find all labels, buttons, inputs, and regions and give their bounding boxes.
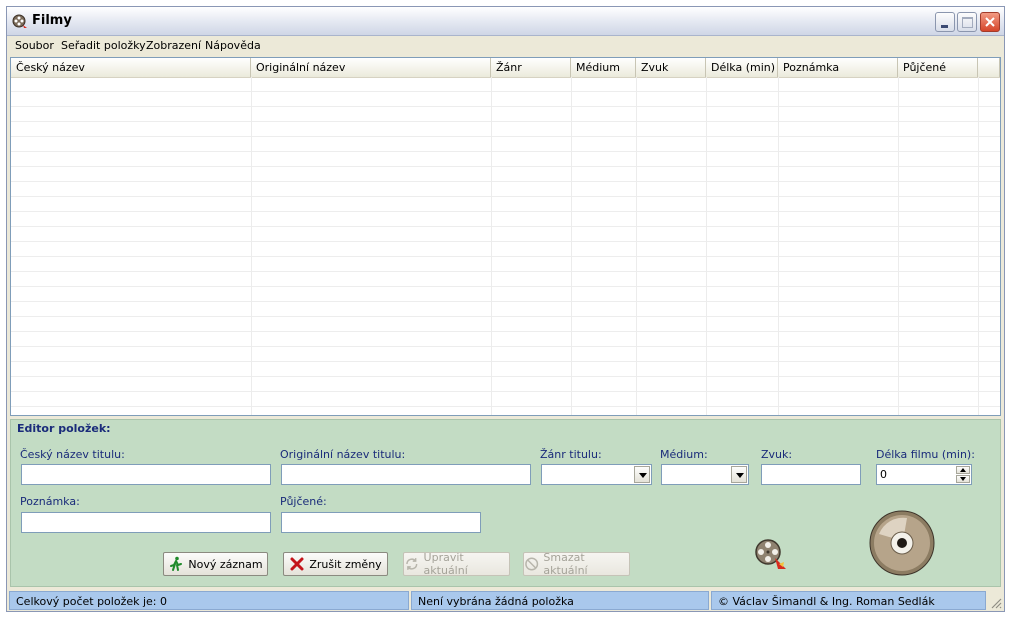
status-bar: Celkový počet položek je: 0 Není vybrána… <box>7 589 1004 611</box>
cesky-nazev-input[interactable] <box>21 464 271 485</box>
status-copyright: © Václav Šimandl & Ing. Roman Sedlák <box>711 591 986 610</box>
grid-line <box>978 77 979 415</box>
grid-line <box>778 77 779 415</box>
no-entry-icon <box>525 557 539 571</box>
grid-line <box>636 77 637 415</box>
label-pujcene: Půjčené: <box>280 495 327 508</box>
medium-select[interactable] <box>661 464 749 485</box>
label-zvuk: Zvuk: <box>761 448 793 461</box>
grid-line <box>251 77 252 415</box>
title-bar[interactable]: Filmy <box>7 7 1004 36</box>
label-originalni-nazev: Originální název titulu: <box>280 448 406 461</box>
delete-current-label: Smazat aktuální <box>543 551 588 577</box>
column-delka[interactable]: Délka (min) <box>706 58 778 77</box>
film-reel-icon <box>12 14 27 28</box>
grid-line <box>898 77 899 415</box>
menu-napoveda[interactable]: Nápověda <box>205 39 261 52</box>
editor-panel: Editor položek: Český název titulu: Orig… <box>10 419 1001 587</box>
poznamka-input[interactable] <box>21 512 271 533</box>
films-list[interactable]: Český název Originální název Žánr Médium… <box>10 57 1001 416</box>
grid-line <box>491 77 492 415</box>
spin-up-icon[interactable] <box>956 466 970 474</box>
refresh-icon <box>406 558 418 570</box>
label-cesky-nazev: Český název titulu: <box>20 448 125 461</box>
column-originalni-nazev[interactable]: Originální název <box>251 58 491 77</box>
column-filler <box>978 58 1000 77</box>
cancel-changes-label: Zrušit změny <box>309 557 382 571</box>
originalni-nazev-input[interactable] <box>281 464 531 485</box>
cancel-changes-button[interactable]: Zrušit změny <box>283 552 388 576</box>
update-current-label: Upravit aktuální <box>423 551 468 577</box>
zvuk-input[interactable] <box>761 464 861 485</box>
column-cesky-nazev[interactable]: Český název <box>11 58 251 77</box>
window-title: Filmy <box>32 13 72 28</box>
label-zanr: Žánr titulu: <box>540 448 602 461</box>
column-poznamka[interactable]: Poznámka <box>778 58 898 77</box>
column-zanr[interactable]: Žánr <box>491 58 571 77</box>
red-x-icon <box>290 557 304 571</box>
new-record-button[interactable]: Nový záznam <box>163 552 268 576</box>
grid-line <box>706 77 707 415</box>
resize-grip-icon[interactable] <box>990 597 1002 609</box>
main-window: Filmy Soubor Seřadit položky Zobrazení N… <box>6 6 1005 612</box>
minimize-button[interactable] <box>935 12 955 32</box>
update-current-button[interactable]: Upravit aktuální <box>403 551 510 577</box>
delete-current-button[interactable]: Smazat aktuální <box>523 551 630 577</box>
film-reel-icon <box>755 539 786 569</box>
status-selection: Není vybrána žádná položka <box>411 591 709 610</box>
column-pujcene[interactable]: Půjčené <box>898 58 978 77</box>
pujcene-input[interactable] <box>281 512 481 533</box>
grid-line <box>571 77 572 415</box>
menu-zobrazeni[interactable]: Zobrazení <box>146 39 201 52</box>
label-medium: Médium: <box>660 448 708 461</box>
delka-spinner[interactable]: 0 <box>876 464 972 485</box>
running-man-icon <box>170 556 183 571</box>
delka-value: 0 <box>880 468 887 481</box>
maximize-button[interactable] <box>957 12 977 32</box>
chevron-down-icon[interactable] <box>731 466 747 483</box>
close-icon <box>985 17 995 27</box>
list-header: Český název Originální název Žánr Médium… <box>11 58 1000 78</box>
new-record-label: Nový záznam <box>188 557 263 571</box>
status-item-count: Celkový počet položek je: 0 <box>9 591 409 610</box>
spin-down-icon[interactable] <box>956 475 970 483</box>
editor-title: Editor položek: <box>17 422 111 435</box>
dvd-disc-icon <box>869 510 935 576</box>
zanr-select[interactable] <box>541 464 652 485</box>
menu-bar: Soubor Seřadit položky Zobrazení Nápověd… <box>7 36 1004 56</box>
menu-seradit-polozky[interactable]: Seřadit položky <box>61 39 146 52</box>
menu-soubor[interactable]: Soubor <box>15 39 54 52</box>
list-body[interactable] <box>11 77 1000 415</box>
column-zvuk[interactable]: Zvuk <box>636 58 706 77</box>
column-medium[interactable]: Médium <box>571 58 636 77</box>
label-delka: Délka filmu (min): <box>876 448 975 461</box>
label-poznamka: Poznámka: <box>20 495 80 508</box>
chevron-down-icon[interactable] <box>634 466 650 483</box>
close-button[interactable] <box>980 12 1000 32</box>
